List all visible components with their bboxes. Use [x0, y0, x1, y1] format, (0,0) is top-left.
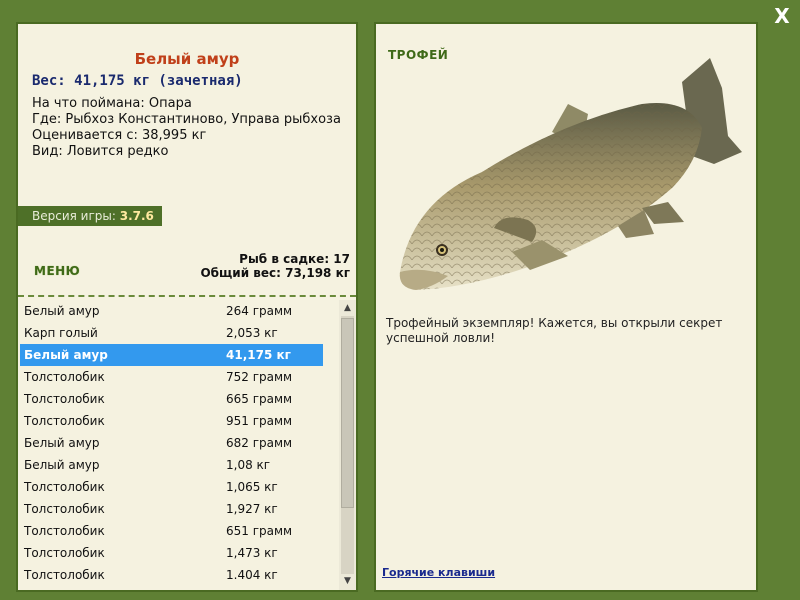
fish-weight-value: 651 грамм: [226, 524, 293, 538]
fish-name: Толстолобик: [24, 392, 105, 406]
fish-name: Белый амур: [24, 304, 100, 318]
list-item[interactable]: Толстолобик 665 грамм: [20, 388, 336, 410]
list-item[interactable]: Толстолобик 752 грамм: [20, 366, 336, 388]
fish-name: Толстолобик: [24, 480, 105, 494]
valuation-info: Оценивается с: 38,995 кг: [32, 128, 207, 143]
fish-weight-value: 2,053 кг: [226, 326, 278, 340]
fish-name: Толстолобик: [24, 568, 105, 582]
scroll-thumb[interactable]: [341, 318, 354, 508]
location-info: Где: Рыбхоз Константиново, Управа рыбхоз…: [32, 112, 341, 127]
fish-details: На что поймана: Опара Где: Рыбхоз Конста…: [32, 96, 341, 160]
list-item[interactable]: Толстолобик 1.404 кг: [20, 564, 336, 586]
fish-name: Толстолобик: [24, 502, 105, 516]
hotkeys-link[interactable]: Горячие клавиши: [382, 566, 495, 579]
fish-name: Белый амур: [24, 348, 108, 362]
fish-name: Толстолобик: [24, 414, 105, 428]
list-item[interactable]: Толстолобик 1,065 кг: [20, 476, 336, 498]
list-item[interactable]: Белый амур 264 грамм: [20, 300, 336, 322]
list-item[interactable]: Карп голый 2,053 кг: [20, 322, 336, 344]
menu-button[interactable]: МЕНЮ: [34, 264, 80, 278]
fish-name: Белый амур: [24, 436, 100, 450]
scroll-up-icon[interactable]: ▲: [341, 301, 354, 315]
fish-info-panel: Белый амур Вес: 41,175 кг (зачетная) На …: [16, 22, 358, 592]
list-item[interactable]: Белый амур 1,08 кг: [20, 454, 336, 476]
list-item[interactable]: Толстолобик 1,473 кг: [20, 542, 336, 564]
bait-info: На что поймана: Опара: [32, 96, 192, 111]
list-item[interactable]: Толстолобик 1,927 кг: [20, 498, 336, 520]
fish-weight-value: 1,473 кг: [226, 546, 278, 560]
trophy-description: Трофейный экземпляр! Кажется, вы открыли…: [386, 316, 723, 345]
fish-count: Рыб в садке: 17: [239, 252, 350, 266]
fish-weight-value: 1,927 кг: [226, 502, 278, 516]
close-button[interactable]: X: [770, 4, 794, 28]
list-item[interactable]: Белый амур 682 грамм: [20, 432, 336, 454]
catch-list[interactable]: Белый амур 264 грамм Карп голый 2,053 кг Бел…: [20, 300, 336, 590]
fish-weight-value: 1,065 кг: [226, 480, 278, 494]
fish-name: Карп голый: [24, 326, 98, 340]
fish-name: Толстолобик: [24, 370, 105, 384]
list-item[interactable]: Толстолобик 651 грамм: [20, 520, 336, 542]
total-weight: Общий вес: 73,198 кг: [200, 266, 350, 280]
rarity-info: Вид: Ловится редко: [32, 144, 169, 159]
list-item[interactable]: Толстолобик 951 грамм: [20, 410, 336, 432]
trophy-panel: ТРОФЕЙ Трофейный экземпляр! Кажется, вы …: [374, 22, 758, 592]
fish-weight-value: 665 грамм: [226, 392, 293, 406]
divider: [18, 295, 356, 297]
fish-weight-value: 1,08 кг: [226, 458, 271, 472]
fish-weight-value: 1.404 кг: [226, 568, 278, 582]
scrollbar[interactable]: ▲ ▼: [339, 300, 356, 590]
fish-name: Толстолобик: [24, 524, 105, 538]
game-window: X Белый амур Вес: 41,175 кг (зачетная) Н…: [0, 0, 800, 600]
fish-title: Белый амур: [134, 50, 240, 68]
list-item[interactable]: Белый амур 41,175 кг: [20, 344, 323, 366]
keepnet-stats: Рыб в садке: 17 Общий вес: 73,198 кг: [200, 252, 350, 280]
scroll-down-icon[interactable]: ▼: [341, 574, 354, 588]
version-value: 3.7.6: [119, 209, 154, 223]
version-label: Версия игры:: [32, 209, 116, 223]
fish-weight: Вес: 41,175 кг (зачетная): [32, 73, 243, 89]
fish-weight-value: 951 грамм: [226, 414, 293, 428]
fish-weight-value: 752 грамм: [226, 370, 293, 384]
fish-name: Толстолобик: [24, 546, 105, 560]
fish-image: [399, 58, 742, 290]
version-badge: Версия игры: 3.7.6: [18, 206, 162, 226]
fish-name: Белый амур: [24, 458, 100, 472]
fish-weight-value: 264 грамм: [226, 304, 293, 318]
fish-weight-value: 41,175 кг: [226, 348, 291, 362]
fish-weight-value: 682 грамм: [226, 436, 293, 450]
